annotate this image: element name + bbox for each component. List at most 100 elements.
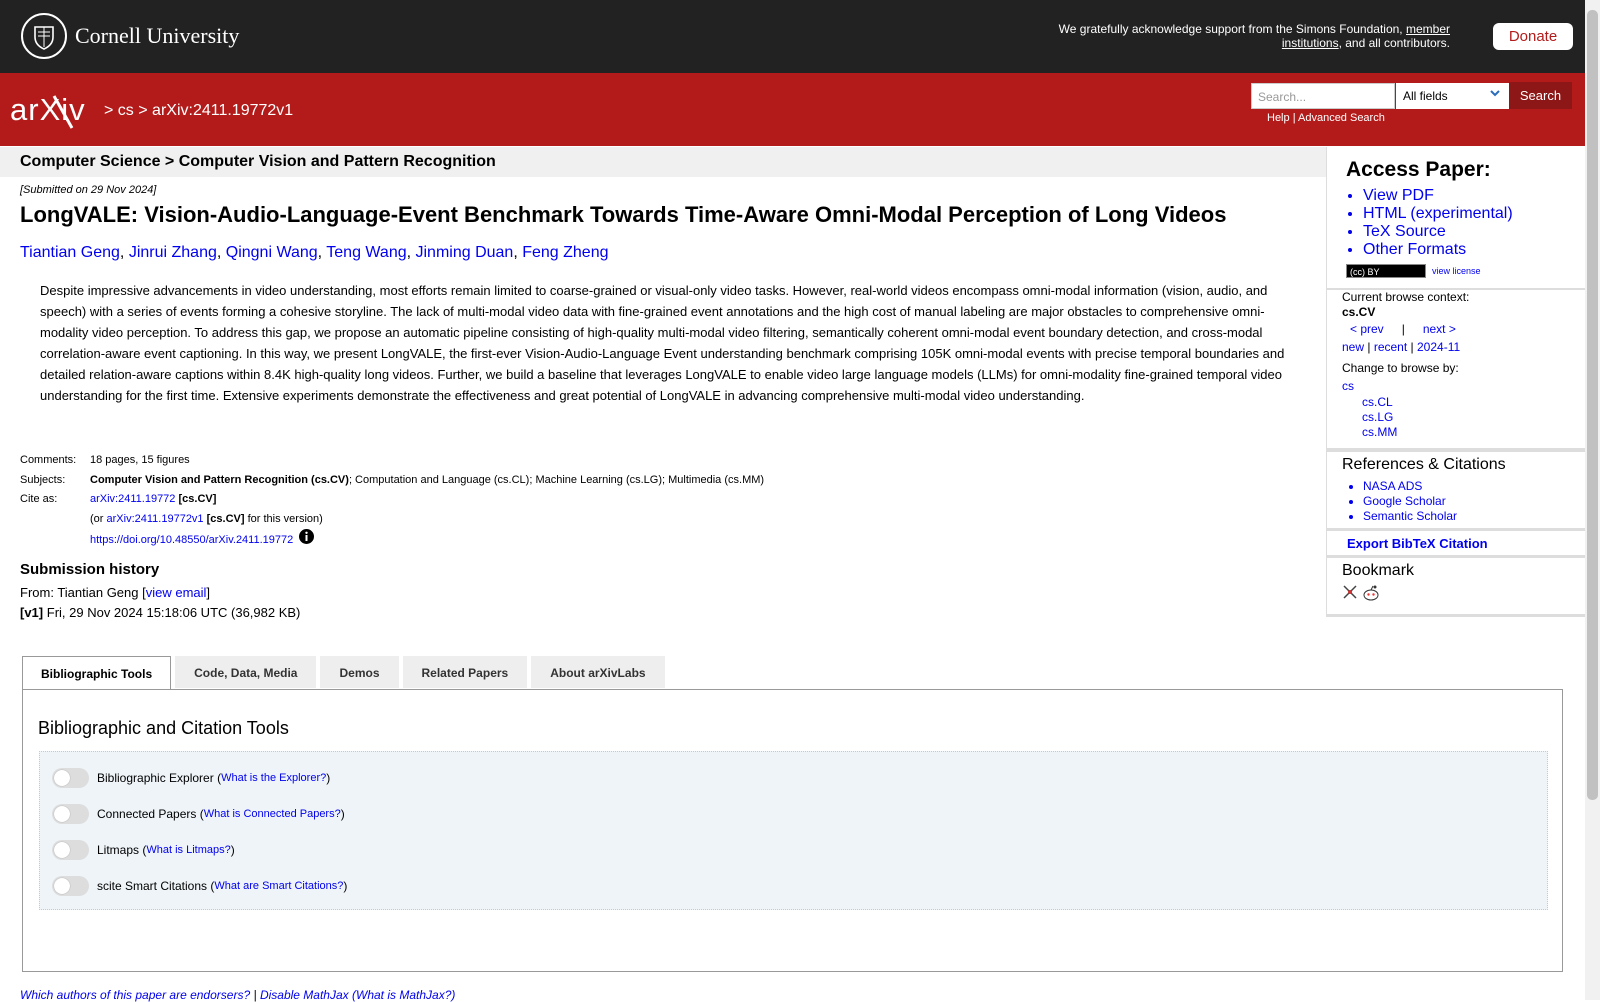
cite-or: (or [90,512,104,525]
new-link[interactable]: new [1342,340,1364,354]
author-link[interactable]: Qingni Wang [226,244,318,261]
cite-version-row: (or arXiv:2411.19772v1 [cs.CV] for this … [20,510,764,530]
info-icon[interactable] [299,529,315,552]
breadcrumb-sep: > [104,102,114,119]
tools-box: Bibliographic Explorer (What is the Expl… [39,751,1548,910]
cc-by-license-icon[interactable]: (cc) BY [1346,264,1426,278]
tab-demos[interactable]: Demos [320,656,399,688]
tab-about-arxivlabs[interactable]: About arXivLabs [531,656,665,688]
comments-label: Comments: [20,454,77,466]
category-header-text: Computer Science > Computer Vision and P… [20,153,496,170]
author-sep: , [119,244,129,261]
tool-row: Litmaps (What is Litmaps?) [52,840,235,860]
category-header: Computer Science > Computer Vision and P… [0,147,1326,177]
subjects-row: Subjects: Computer Vision and Pattern Re… [20,471,764,491]
author-sep: , [317,244,327,261]
advanced-search-link[interactable]: Advanced Search [1298,112,1385,124]
bibliographic-explorer-toggle[interactable] [52,768,89,788]
litmaps-toggle[interactable] [52,840,89,860]
cite-version-link[interactable]: arXiv:2411.19772v1 [107,513,204,525]
tool-row: scite Smart Citations (What are Smart Ci… [52,876,347,896]
html-link[interactable]: HTML (experimental) [1363,205,1513,223]
tab-code-data-media[interactable]: Code, Data, Media [175,656,317,688]
other-formats-link[interactable]: Other Formats [1363,241,1513,259]
support-text-2: , and all contributors. [1338,36,1450,50]
browse-cs-lg-link[interactable]: cs.LG [1362,410,1393,424]
browse-context-label: Current browse context: [1342,290,1470,304]
references-box: References & Citations NASA ADS Google S… [1327,452,1585,528]
recent-link[interactable]: recent [1374,340,1407,354]
semantic-scholar-link[interactable]: Semantic Scholar [1363,509,1457,524]
page-scrollbar[interactable] [1585,0,1600,1000]
tool-label: Bibliographic Explorer [97,771,214,785]
panel-heading: Bibliographic and Citation Tools [38,718,289,738]
author-link[interactable]: Feng Zheng [522,244,608,261]
doi-link[interactable]: https://doi.org/10.48550/arXiv.2411.1977… [90,534,293,546]
nav-sep: | [1401,322,1405,336]
tab-panel: Bibliographic and Citation Tools Bibliog… [22,689,1563,972]
nav-sep: | [1367,340,1371,354]
browse-cs-cl-link[interactable]: cs.CL [1362,395,1393,409]
bibsonomy-icon[interactable] [1342,584,1358,607]
scrollbar-thumb[interactable] [1587,10,1598,800]
submission-v1: [v1] Fri, 29 Nov 2024 15:18:06 UTC (36,9… [20,605,300,620]
search-input[interactable]: Search... [1251,83,1395,109]
tool-label: Connected Papers [97,807,197,821]
browse-cs-link[interactable]: cs [1342,379,1354,393]
view-pdf-link[interactable]: View PDF [1363,187,1513,205]
search-button[interactable]: Search [1509,82,1572,109]
prev-next-nav: < prev | next > [1350,322,1456,336]
tool-help-link[interactable]: What is Litmaps? [146,844,230,856]
reddit-icon[interactable] [1362,584,1380,607]
author-sep: , [406,244,416,261]
author-link[interactable]: Teng Wang [326,244,406,261]
browse-context-value: cs.CV [1342,305,1376,319]
arxiv-logo[interactable]: arXiv [10,92,100,137]
month-link[interactable]: 2024-11 [1417,340,1460,354]
breadcrumb: > cs > arXiv:2411.19772v1 [104,102,293,120]
tool-help-link[interactable]: What is Connected Papers? [204,808,341,820]
arxiv-nav-bar: arXiv > cs > arXiv:2411.19772v1 Search..… [0,73,1585,146]
version-details: Fri, 29 Nov 2024 15:18:06 UTC (36,982 KB… [46,605,301,620]
change-browse-label: Change to browse by: [1342,361,1459,375]
view-email-link[interactable]: view email [146,585,207,600]
cornell-header: Cornell University We gratefully acknowl… [0,0,1585,73]
search-field-select[interactable]: All fields [1396,83,1509,109]
tool-label: Litmaps [97,843,140,857]
view-license-link[interactable]: view license [1432,266,1481,276]
primary-subject: Computer Vision and Pattern Recognition … [90,473,349,486]
cornell-seal-icon [21,13,67,59]
tab-bibliographic-tools[interactable]: Bibliographic Tools [22,656,172,690]
references-links: NASA ADS Google Scholar Semantic Scholar [1363,479,1457,524]
abstract: Despite impressive advancements in video… [40,283,1285,403]
chevron-down-icon [1489,87,1501,102]
google-scholar-link[interactable]: Google Scholar [1363,494,1457,509]
prev-link[interactable]: < prev [1350,322,1384,336]
next-link[interactable]: next > [1423,322,1456,336]
author-sep: , [216,244,226,261]
browse-context-box: Current browse context: cs.CV < prev | nex… [1327,290,1585,448]
nasa-ads-link[interactable]: NASA ADS [1363,479,1457,494]
browse-cs-mm-link[interactable]: cs.MM [1362,425,1397,439]
help-links: Help | Advanced Search [1267,112,1385,124]
tab-related-papers[interactable]: Related Papers [402,656,528,688]
tool-help-link[interactable]: What are Smart Citations? [214,880,343,892]
submission-history-heading: Submission history [20,561,160,578]
help-link[interactable]: Help [1267,112,1290,124]
author-link[interactable]: Jinming Duan [416,244,514,261]
access-paper-heading: Access Paper: [1346,158,1491,181]
tex-source-link[interactable]: TeX Source [1363,223,1513,241]
breadcrumb-cs[interactable]: cs [118,102,134,119]
cornell-logo[interactable]: Cornell University [21,13,239,59]
author-link[interactable]: Jinrui Zhang [129,244,217,261]
bookmark-box: Bookmark [1327,558,1585,614]
scite-toggle[interactable] [52,876,89,896]
donate-button[interactable]: Donate [1493,23,1573,50]
access-paper-box: Access Paper: View PDF HTML (experimenta… [1327,147,1585,288]
connected-papers-toggle[interactable] [52,804,89,824]
author-link[interactable]: Tiantian Geng [20,244,120,261]
export-bibtex-link[interactable]: Export BibTeX Citation [1347,536,1488,551]
cornell-name: Cornell University [75,23,240,48]
cite-id-link[interactable]: arXiv:2411.19772 [90,493,175,505]
tool-help-link[interactable]: What is the Explorer? [221,772,326,784]
